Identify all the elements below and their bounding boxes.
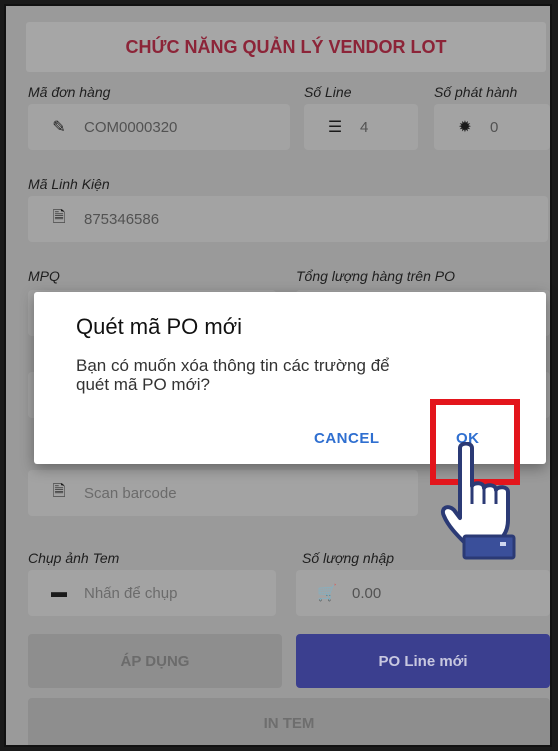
- dialog-title: Quét mã PO mới: [76, 314, 243, 339]
- dialog-message: Bạn có muốn xóa thông tin các trường để …: [76, 356, 390, 394]
- cancel-button[interactable]: CANCEL: [314, 430, 380, 447]
- pointer-hand-icon: [441, 442, 516, 560]
